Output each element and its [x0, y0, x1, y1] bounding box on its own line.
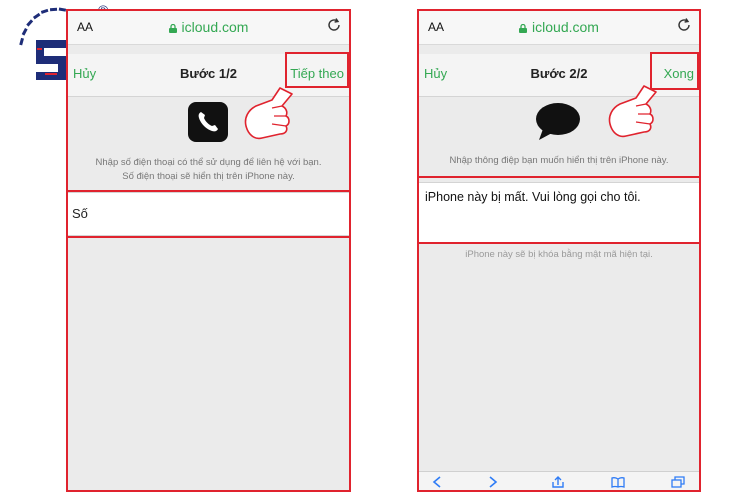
done-button[interactable]: Xong — [664, 66, 694, 81]
phone-icon — [188, 102, 228, 142]
lock-icon — [168, 24, 177, 33]
nav-bar: Hủy Bước 1/2 Tiếp theo — [67, 54, 350, 97]
instructions: Nhập số điện thoại có thể sử dụng để liê… — [73, 156, 344, 184]
forward-icon[interactable] — [484, 476, 500, 488]
url-text: icloud.com — [532, 19, 599, 35]
back-icon[interactable] — [430, 476, 446, 488]
bookmarks-icon[interactable] — [610, 476, 626, 488]
share-icon[interactable] — [550, 476, 566, 488]
next-button[interactable]: Tiếp theo — [290, 66, 344, 81]
description-line-2: Số điện thoại sẽ hiển thị trên iPhone nà… — [122, 171, 295, 182]
pointing-hand-icon — [244, 87, 293, 140]
address-bar[interactable]: AA icloud.com — [67, 10, 350, 45]
safari-toolbar — [418, 471, 700, 490]
instructions: Nhập thông điệp bạn muốn hiển thị trên i… — [424, 154, 694, 168]
lock-note-text: iPhone này sẽ bị khóa bằng mật mã hiện t… — [465, 249, 653, 260]
lock-icon — [519, 24, 528, 33]
tabs-icon[interactable] — [670, 476, 686, 488]
url-field[interactable]: icloud.com — [67, 19, 350, 35]
lock-note: iPhone này sẽ bị khóa bằng mật mã hiện t… — [424, 248, 694, 262]
phone-number-row[interactable]: Số — [67, 192, 350, 236]
url-text: icloud.com — [181, 19, 249, 35]
description-line-1: Nhập số điện thoại có thể sử dụng để liê… — [95, 157, 322, 168]
message-textarea[interactable]: iPhone này bị mất. Vui lòng gọi cho tôi. — [418, 182, 700, 244]
pointing-hand-icon — [608, 85, 657, 138]
phone-screen-step-1: AA icloud.com Hủy Bước 1/2 Tiếp theo Nhậ… — [67, 10, 350, 490]
reload-icon[interactable] — [676, 17, 692, 33]
address-bar[interactable]: AA icloud.com — [418, 10, 700, 45]
reload-icon[interactable] — [326, 17, 342, 33]
speech-bubble-icon — [536, 103, 580, 140]
description-line: Nhập thông điệp bạn muốn hiển thị trên i… — [449, 155, 669, 166]
message-text[interactable]: iPhone này bị mất. Vui lòng gọi cho tôi. — [425, 189, 693, 206]
phone-number-input[interactable] — [97, 201, 340, 227]
url-field[interactable]: icloud.com — [418, 19, 700, 35]
page-title: Bước 2/2 — [530, 66, 588, 81]
phone-number-label: Số — [72, 206, 88, 221]
